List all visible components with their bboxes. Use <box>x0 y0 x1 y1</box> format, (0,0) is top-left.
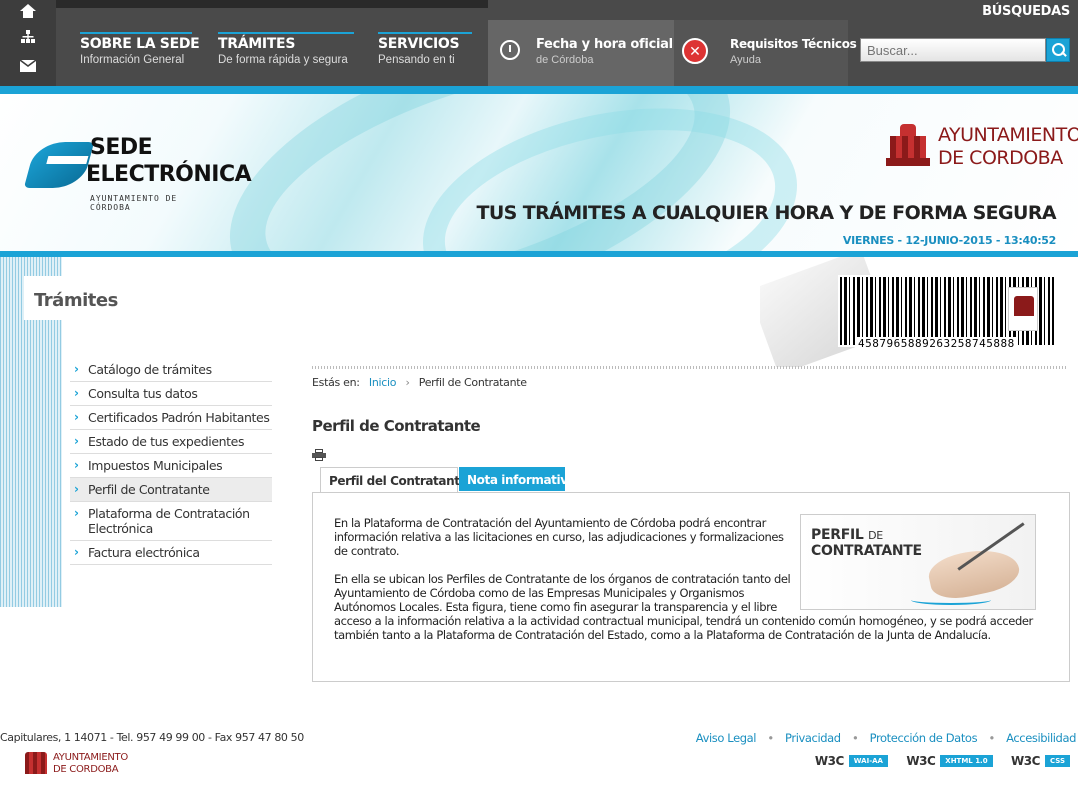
content-paragraph: acceso a la información relativa a la ac… <box>334 614 1033 642</box>
w3c-mark: W3C <box>1011 753 1040 768</box>
footer-link-accesibilidad[interactable]: Accesibilidad <box>1006 731 1076 745</box>
nav-title: SOBRE LA SEDE <box>80 36 200 52</box>
w3c-badges: W3C WAI-AA W3C XHTML 1.0 W3C CSS <box>801 752 1070 768</box>
footer-logo-line: AYUNTAMIENTO <box>53 752 128 763</box>
nav-tramites[interactable]: TRÁMITES De forma rápida y segura <box>218 20 354 80</box>
nav-title: TRÁMITES <box>218 36 296 52</box>
busquedas-label: BÚSQUEDAS <box>982 4 1070 19</box>
sidebar-menu: › Catálogo de trámites › Consulta tus dato… <box>70 358 272 565</box>
sidebar-item-catalogo[interactable]: › Catálogo de trámites <box>70 358 272 382</box>
chevron-right-icon: › <box>74 506 79 520</box>
requisitos-subtitle: Ayuda <box>730 54 761 66</box>
sede-swoosh-icon <box>23 142 95 188</box>
w3c-mark: W3C <box>906 753 936 768</box>
tab-perfil-del-contratante[interactable]: Perfil del Contratante <box>320 467 468 493</box>
requisitos-tecnicos-button[interactable]: ✕ Requisitos Técnicos Ayuda <box>674 20 857 86</box>
requisitos-title: Requisitos Técnicos <box>730 37 857 51</box>
fecha-hora-oficial-button[interactable]: Fecha y hora oficial de Córdoba <box>488 20 674 86</box>
footer-link-aviso-legal[interactable]: Aviso Legal <box>696 731 757 745</box>
nav-subtitle: Pensando en ti <box>378 54 455 66</box>
sidebar-item-expedientes[interactable]: › Estado de tus expedientes <box>70 430 272 454</box>
footer-links: Aviso Legal • Privacidad • Protección de… <box>696 731 1077 745</box>
topbar-dark-strip <box>56 0 488 8</box>
w3c-badge-wai-aa[interactable]: WAI-AA <box>848 754 888 767</box>
breadcrumb-current: Perfil de Contratante <box>418 376 527 389</box>
top-icon-column <box>0 0 56 86</box>
footer-link-privacidad[interactable]: Privacidad <box>785 731 841 745</box>
w3c-mark: W3C <box>814 753 844 768</box>
image-caption-line: PERFIL DE <box>811 527 883 543</box>
chevron-right-icon: › <box>74 386 79 400</box>
content-paragraph: En la Plataforma de Contratación del Ayu… <box>334 516 784 558</box>
nav-sobre-la-sede[interactable]: SOBRE LA SEDE Información General <box>80 20 200 80</box>
breadcrumb: Estás en: Inicio › Perfil de Contratante <box>312 376 527 389</box>
banner-slogan: TUS TRÁMITES A CUALQUIER HORA Y DE FORMA… <box>476 202 1056 224</box>
nav-subtitle: Información General <box>80 54 185 66</box>
dotted-divider <box>312 366 1068 369</box>
sede-electronica-logo[interactable]: SEDE ELECTRÓNICA AYUNTAMIENTO DE CÓRDOBA <box>23 130 252 220</box>
w3c-badge-xhtml[interactable]: XHTML 1.0 <box>940 754 993 767</box>
logo-line: ELECTRÓNICA <box>86 162 252 187</box>
sidebar-item-consulta-datos[interactable]: › Consulta tus datos <box>70 382 272 406</box>
sidebar-item-certificados[interactable]: › Certificados Padrón Habitantes <box>70 406 272 430</box>
search-input[interactable] <box>860 38 1046 62</box>
sidebar-item-perfil-contratante[interactable]: › Perfil de Contratante <box>70 478 272 502</box>
footer-link-proteccion-datos[interactable]: Protección de Datos <box>870 731 978 745</box>
nav-title: SERVICIOS <box>378 36 460 52</box>
close-circle-icon: ✕ <box>682 38 708 64</box>
perfil-contratante-image: PERFIL DE CONTRATANTE <box>800 514 1036 610</box>
barcode-graphic: 4587965889263258745888 <box>760 257 1078 367</box>
breadcrumb-separator: › <box>405 376 410 389</box>
sidebar-item-plataforma[interactable]: › Plataforma de Contratación Electrónica <box>70 502 272 541</box>
footer-separator: • <box>988 731 995 745</box>
footer-separator: • <box>851 731 859 745</box>
chevron-right-icon: › <box>74 362 79 376</box>
search-button[interactable] <box>1046 38 1070 62</box>
footer-ayuntamiento-logo[interactable]: AYUNTAMIENTO DE CORDOBA <box>25 750 145 780</box>
chevron-right-icon: › <box>74 545 79 559</box>
printer-icon[interactable] <box>312 449 326 461</box>
chevron-right-icon: › <box>74 482 79 496</box>
crest-icon <box>1008 287 1038 331</box>
nav-servicios[interactable]: SERVICIOS Pensando en ti <box>378 20 472 80</box>
logo-subline: AYUNTAMIENTO DE CÓRDOBA <box>90 194 178 212</box>
breadcrumb-prefix: Estás en: <box>312 376 360 389</box>
signature-illustration <box>911 595 991 605</box>
logo-line: SEDE <box>90 135 153 160</box>
home-icon[interactable] <box>18 4 38 24</box>
sidebar-item-factura[interactable]: › Factura electrónica <box>70 541 272 565</box>
breadcrumb-home-link[interactable]: Inicio <box>369 376 397 389</box>
fecha-subtitle: de Córdoba <box>536 54 594 66</box>
tab-content-panel: En la Plataforma de Contratación del Ayu… <box>312 492 1070 682</box>
official-date: VIERNES - 12-JUNIO-2015 - 13:40:52 <box>842 234 1056 247</box>
barcode-number: 4587965889263258745888 <box>856 337 1017 350</box>
page-title: Perfil de Contratante <box>312 417 481 435</box>
sidebar-heading-box: Trámites <box>24 276 324 320</box>
chevron-right-icon: › <box>74 458 79 472</box>
topbar-accent-strip <box>0 86 1078 94</box>
w3c-badge-css[interactable]: CSS <box>1044 754 1070 767</box>
sitemap-icon[interactable] <box>18 30 38 50</box>
crest-icon <box>25 752 47 774</box>
tab-nota-informativa[interactable]: Nota informativa <box>459 467 576 491</box>
sidebar-item-impuestos[interactable]: › Impuestos Municipales <box>70 454 272 478</box>
fecha-title: Fecha y hora oficial <box>536 37 673 52</box>
mail-icon[interactable] <box>18 58 38 78</box>
footer-separator: • <box>767 731 774 745</box>
image-caption-line: CONTRATANTE <box>811 543 922 559</box>
crest-icon <box>886 122 930 170</box>
content-paragraph: En ella se ubican los Perfiles de Contra… <box>334 572 791 614</box>
ayuntamiento-logo[interactable]: AYUNTAMIENTO DE CORDOBA <box>886 122 1078 174</box>
footer-logo-line: DE CORDOBA <box>53 764 119 775</box>
footer-address: Capitulares, 1 14071 - Tel. 957 49 99 00… <box>0 731 304 744</box>
nav-subtitle: De forma rápida y segura <box>218 54 348 66</box>
chevron-right-icon: › <box>74 434 79 448</box>
chevron-right-icon: › <box>74 410 79 424</box>
clock-icon <box>500 40 520 60</box>
sidebar-heading: Trámites <box>34 290 118 311</box>
ayto-logo-line: AYUNTAMIENTO <box>938 124 1078 146</box>
ayto-logo-line: DE CORDOBA <box>938 147 1063 169</box>
